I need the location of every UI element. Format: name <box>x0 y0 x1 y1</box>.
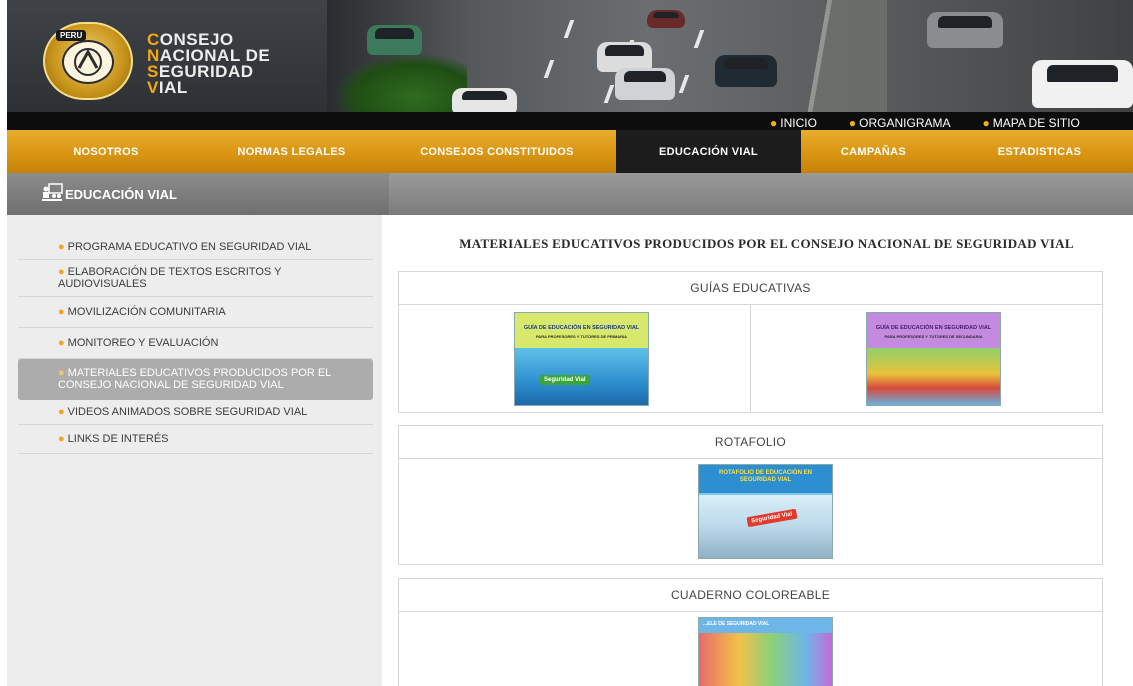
panel-rotafolio: ROTAFOLIO ROTAFOLIO DE EDUCACIÓN EN SEGU… <box>398 425 1103 565</box>
cover-badge: Seguridad Vial <box>540 375 590 385</box>
menu-item-educacion-vial[interactable]: EDUCACIÓN VIAL <box>616 130 801 173</box>
bullet-icon: ● <box>58 241 65 253</box>
menu-item-campanas[interactable]: CAMPAÑAS <box>801 130 946 173</box>
menu-item-normas-legales[interactable]: NORMAS LEGALES <box>205 130 378 173</box>
sidebar-item-programa-educativo[interactable]: ● PROGRAMA EDUCATIVO EN SEGURIDAD VIAL <box>18 235 373 260</box>
sidebar-item-movilizacion[interactable]: ● MOVILIZACIÓN COMUNITARIA <box>18 297 373 328</box>
brand-line: VIAL <box>147 78 188 97</box>
main-content: MATERIALES EDUCATIVOS PRODUCIDOS POR EL … <box>382 215 1133 686</box>
guia-primaria-cover[interactable]: GUÍA DE EDUCACIÓN EN SEGURIDAD VIAL PARA… <box>514 312 649 406</box>
page-title: MATERIALES EDUCATIVOS PRODUCIDOS POR EL … <box>459 236 1074 251</box>
panel-cuaderno-coloreable: CUADERNO COLOREABLE ...ele de Seguridad … <box>398 578 1103 686</box>
bullet-icon: ● <box>58 306 65 318</box>
cover-subtitle: PARA PROFESORES Y TUTORES DE PRIMARIA <box>535 334 628 339</box>
cnsv-logo[interactable]: PERU <box>43 22 133 100</box>
cover-title: GUÍA DE EDUCACIÓN EN SEGURIDAD VIAL <box>875 325 992 331</box>
panel-title: GUÍAS EDUCATIVAS <box>399 272 1102 305</box>
menu-item-consejos-constituidos[interactable]: CONSEJOS CONSTITUIDOS <box>378 130 616 173</box>
rotafolio-cover[interactable]: ROTAFOLIO DE EDUCACIÓN EN SEGURIDAD VIAL… <box>698 464 833 559</box>
bullet-icon: ● <box>982 115 990 130</box>
sidebar-item-videos-animados[interactable]: ● VIDEOS ANIMADOS SOBRE SEGURIDAD VIAL <box>18 400 373 425</box>
section-title: EDUCACIÓN VIAL <box>65 187 177 202</box>
header-banner: PERU CONSEJO NACIONAL DE SEGURIDAD VIAL <box>7 0 1133 130</box>
sidebar-item-elaboracion-textos[interactable]: ● ELABORACIÓN DE TEXTOS ESCRITOS Y AUDIOV… <box>18 260 373 297</box>
bullet-icon: ● <box>58 266 65 278</box>
section-bar: EDUCACIÓN VIAL <box>7 173 1133 215</box>
bullet-icon: ● <box>770 115 778 130</box>
cover-subtitle: PARA PROFESORES Y TUTORES DE SECUNDARIA <box>884 334 983 339</box>
top-link-inicio[interactable]: ● INICIO <box>770 116 817 130</box>
sidebar-menu: ● PROGRAMA EDUCATIVO EN SEGURIDAD VIAL ● E… <box>18 235 373 454</box>
bullet-icon: ● <box>58 367 65 379</box>
classroom-icon <box>42 183 63 201</box>
logo-badge: PERU <box>56 30 87 41</box>
cover-title: ROTAFOLIO DE EDUCACIÓN EN SEGURIDAD VIAL <box>719 470 812 483</box>
top-link-mapa-de-sitio[interactable]: ● MAPA DE SITIO <box>983 116 1080 130</box>
bullet-icon: ● <box>848 115 857 130</box>
bullet-icon: ● <box>58 337 65 349</box>
menu-item-nosotros[interactable]: NOSOTROS <box>7 130 205 173</box>
sidebar-item-materiales-educativos[interactable]: ● MATERIALES EDUCATIVOS PRODUCIDOS POR EL… <box>18 359 373 400</box>
brand-name: CONSEJO NACIONAL DE SEGURIDAD VIAL <box>147 31 270 97</box>
panel-title: ROTAFOLIO <box>399 426 1102 459</box>
menu-item-estadisticas[interactable]: ESTADISTICAS <box>946 130 1133 173</box>
sidebar: ● PROGRAMA EDUCATIVO EN SEGURIDAD VIAL ● E… <box>7 215 382 686</box>
cover-title: ...ele de Seguridad Vial <box>703 621 770 627</box>
logo-emblem-icon <box>62 40 114 84</box>
panel-title: CUADERNO COLOREABLE <box>399 579 1102 612</box>
main-menu: NOSOTROS NORMAS LEGALES CONSEJOS CONSTIT… <box>7 130 1133 173</box>
sidebar-item-links-de-interes[interactable]: ● LINKS DE INTERÉS <box>18 425 373 454</box>
bullet-icon: ● <box>58 433 65 445</box>
top-navigation: ● INICIO ● ORGANIGRAMA ● MAPA DE SITIO <box>770 115 1133 130</box>
panel-guias-educativas: GUÍAS EDUCATIVAS GUÍA DE EDUCACIÓN EN SE… <box>398 271 1103 413</box>
sidebar-item-monitoreo[interactable]: ● MONITOREO Y EVALUACIÓN <box>18 328 373 359</box>
guia-secundaria-cover[interactable]: GUÍA DE EDUCACIÓN EN SEGURIDAD VIAL PARA… <box>866 312 1001 406</box>
cuaderno-cover[interactable]: ...ele de Seguridad Vial <box>698 617 833 686</box>
top-link-organigrama[interactable]: ● ORGANIGRAMA <box>849 116 951 130</box>
cover-title: GUÍA DE EDUCACIÓN EN SEGURIDAD VIAL <box>523 325 640 331</box>
bullet-icon: ● <box>58 406 65 418</box>
